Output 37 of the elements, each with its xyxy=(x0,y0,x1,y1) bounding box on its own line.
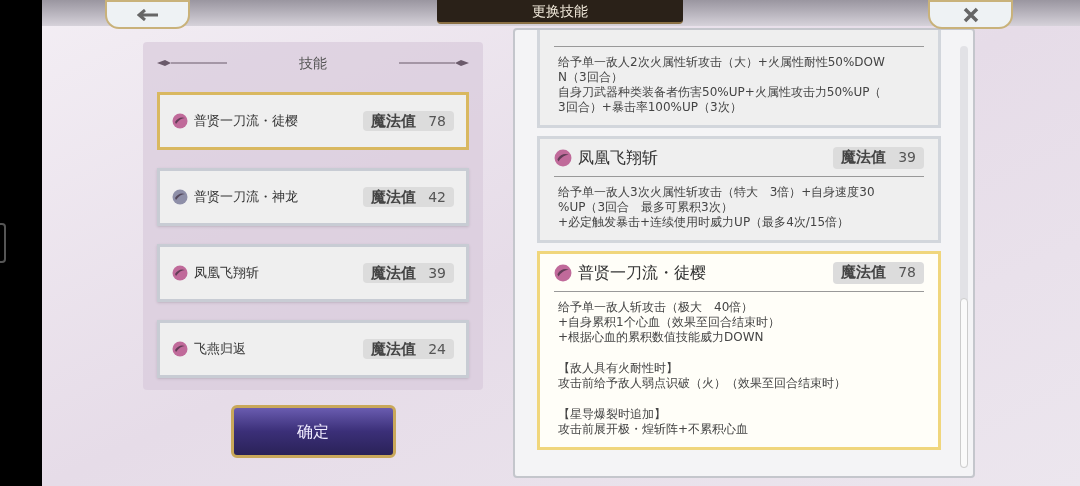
skill-description: 给予单一敌人3次火属性斩攻击（特大 3倍）+自身速度30 %UP（3回合 最多可累积3次） +必定触发暴击+连续使用时威力UP（最多4次/15倍） xyxy=(558,185,876,230)
back-button[interactable] xyxy=(105,0,190,29)
mana-label: 魔法值 xyxy=(371,262,417,284)
ornament-icon xyxy=(399,59,469,67)
panel-heading: 技能 xyxy=(299,53,327,73)
skill-item[interactable]: 普贤一刀流・徒樱 魔法值 78 xyxy=(157,92,469,150)
screen-title: 更换技能 xyxy=(532,1,588,21)
skill-description: 给予单一敌人2次火属性斩攻击（大）+火属性耐性50%DOW N（3回合） 自身刀武器种类装备者伤害50%UP+火属性攻击力50%UP（ 3回合）+暴击率100%UP（3次） xyxy=(558,55,886,115)
mana-label: 魔法值 xyxy=(371,110,417,132)
confirm-button[interactable]: 确定 xyxy=(230,405,396,458)
skill-item[interactable]: 凤凰飞翔斩 魔法值 39 xyxy=(157,244,469,302)
skill-description: 【敌人具有火耐性时】 攻击前给予敌人弱点识破（火）（效果至回合结束时） xyxy=(558,361,847,391)
skill-name: 普贤一刀流・神龙 xyxy=(194,188,299,207)
mana-value: 24 xyxy=(428,339,446,359)
mana-value: 78 xyxy=(428,111,446,131)
close-icon xyxy=(962,6,979,23)
mana-value: 78 xyxy=(898,263,916,282)
mana-label: 魔法值 xyxy=(841,147,887,169)
mana-label: 魔法值 xyxy=(371,338,417,360)
skill-name: 普贤一刀流・徒樱 xyxy=(194,112,299,131)
skill-name: 凤凰飞翔斩 xyxy=(194,264,260,283)
skill-name: 飞燕归返 xyxy=(194,340,247,359)
skill-item[interactable]: 普贤一刀流・神龙 魔法值 42 xyxy=(157,168,469,226)
mana-value: 39 xyxy=(428,263,446,283)
skill-title: 普贤一刀流・徒樱 xyxy=(578,261,707,284)
skill-item[interactable]: 飞燕归返 魔法值 24 xyxy=(157,320,469,378)
mana-label: 魔法值 xyxy=(841,262,887,284)
close-button[interactable] xyxy=(928,0,1013,29)
skill-description: 给予单一敌人斩攻击（极大 40倍） +自身累积1个心血（效果至回合结束时） +根据心血的累积数值技能威力DOWN xyxy=(558,300,781,345)
skill-title: 凤凰飞翔斩 xyxy=(578,146,659,169)
scrollbar-thumb[interactable] xyxy=(960,298,968,468)
skill-description: 【星导爆裂时追加】 攻击前展开极・煌斩阵+不累积心血 xyxy=(558,407,750,437)
ornament-icon xyxy=(157,59,227,67)
back-arrow-icon xyxy=(136,8,159,21)
mana-value: 42 xyxy=(428,187,446,207)
mana-value: 39 xyxy=(898,148,916,167)
mana-label: 魔法值 xyxy=(371,186,417,208)
